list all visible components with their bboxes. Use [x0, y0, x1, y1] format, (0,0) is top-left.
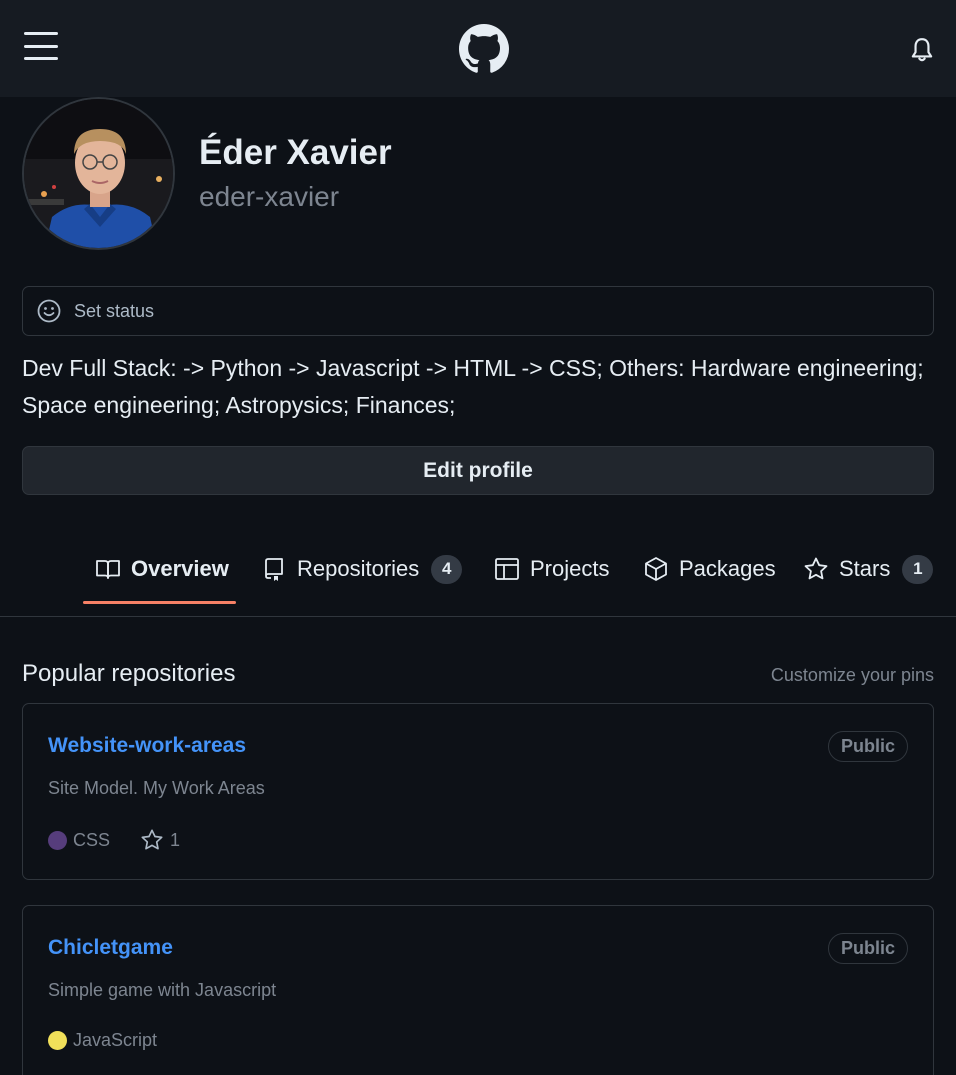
avatar-photo: [24, 99, 173, 248]
top-bar: [0, 0, 956, 97]
profile-bio: Dev Full Stack: -> Python -> Javascript …: [22, 355, 924, 418]
profile-username: eder-xavier: [199, 181, 340, 212]
repo-meta: CSS 1: [48, 828, 180, 852]
repo-icon: [265, 558, 283, 581]
repo-card: Chicletgame Public Simple game with Java…: [22, 905, 934, 1075]
language-color-dot: [48, 830, 67, 850]
repo-language: CSS: [73, 829, 111, 850]
profile-full-name: Éder Xavier: [199, 133, 392, 172]
repo-stars-link[interactable]: 1: [140, 828, 180, 852]
github-logo-icon[interactable]: [459, 24, 509, 74]
package-icon: [645, 557, 667, 581]
edit-profile-button[interactable]: Edit profile: [22, 446, 934, 495]
set-status-label: Set status: [74, 300, 155, 321]
table-icon: [495, 558, 519, 580]
profile-tabs: Overview Repositories 4 Projects Package…: [0, 540, 956, 617]
popular-repositories-heading: Popular repositories: [22, 660, 236, 687]
repo-description: Site Model. My Work Areas: [48, 778, 265, 798]
repositories-count-badge: 4: [431, 554, 463, 584]
star-icon: [804, 557, 828, 580]
repo-name-link[interactable]: Website-work-areas: [48, 734, 246, 758]
repo-star-count: 1: [170, 829, 181, 850]
active-tab-underline: [83, 601, 236, 604]
tab-stars[interactable]: Stars 1: [803, 550, 934, 588]
tab-projects[interactable]: Projects: [494, 550, 609, 588]
repo-meta: JavaScript: [48, 1030, 157, 1051]
repo-card: Website-work-areas Public Site Model. My…: [22, 703, 934, 880]
book-icon: [96, 560, 120, 579]
tab-overview-label: Overview: [131, 556, 229, 581]
repo-description: Simple game with Javascript: [48, 980, 277, 1000]
tab-packages[interactable]: Packages: [643, 550, 776, 588]
repo-language: JavaScript: [73, 1030, 158, 1050]
bell-icon[interactable]: [909, 36, 935, 64]
tab-overview[interactable]: Overview: [95, 550, 229, 588]
visibility-badge: Public: [827, 933, 908, 964]
stars-count-badge: 1: [902, 554, 934, 584]
tab-projects-label: Projects: [530, 556, 610, 581]
language-color-dot: [48, 1031, 67, 1050]
tab-stars-label: Stars: [839, 556, 891, 581]
smiley-icon: [37, 299, 61, 323]
tab-repositories[interactable]: Repositories 4: [261, 550, 463, 588]
tabs-divider: [0, 616, 956, 617]
hamburger-menu-icon[interactable]: [24, 32, 58, 60]
set-status-button[interactable]: Set status: [22, 286, 934, 336]
star-icon: [141, 829, 163, 850]
repo-name-link[interactable]: Chicletgame: [48, 936, 173, 960]
customize-pins-link[interactable]: Customize your pins: [771, 665, 934, 686]
avatar[interactable]: [22, 97, 175, 250]
tab-packages-label: Packages: [679, 556, 776, 581]
visibility-badge: Public: [827, 731, 908, 762]
tab-repositories-label: Repositories: [297, 556, 420, 581]
